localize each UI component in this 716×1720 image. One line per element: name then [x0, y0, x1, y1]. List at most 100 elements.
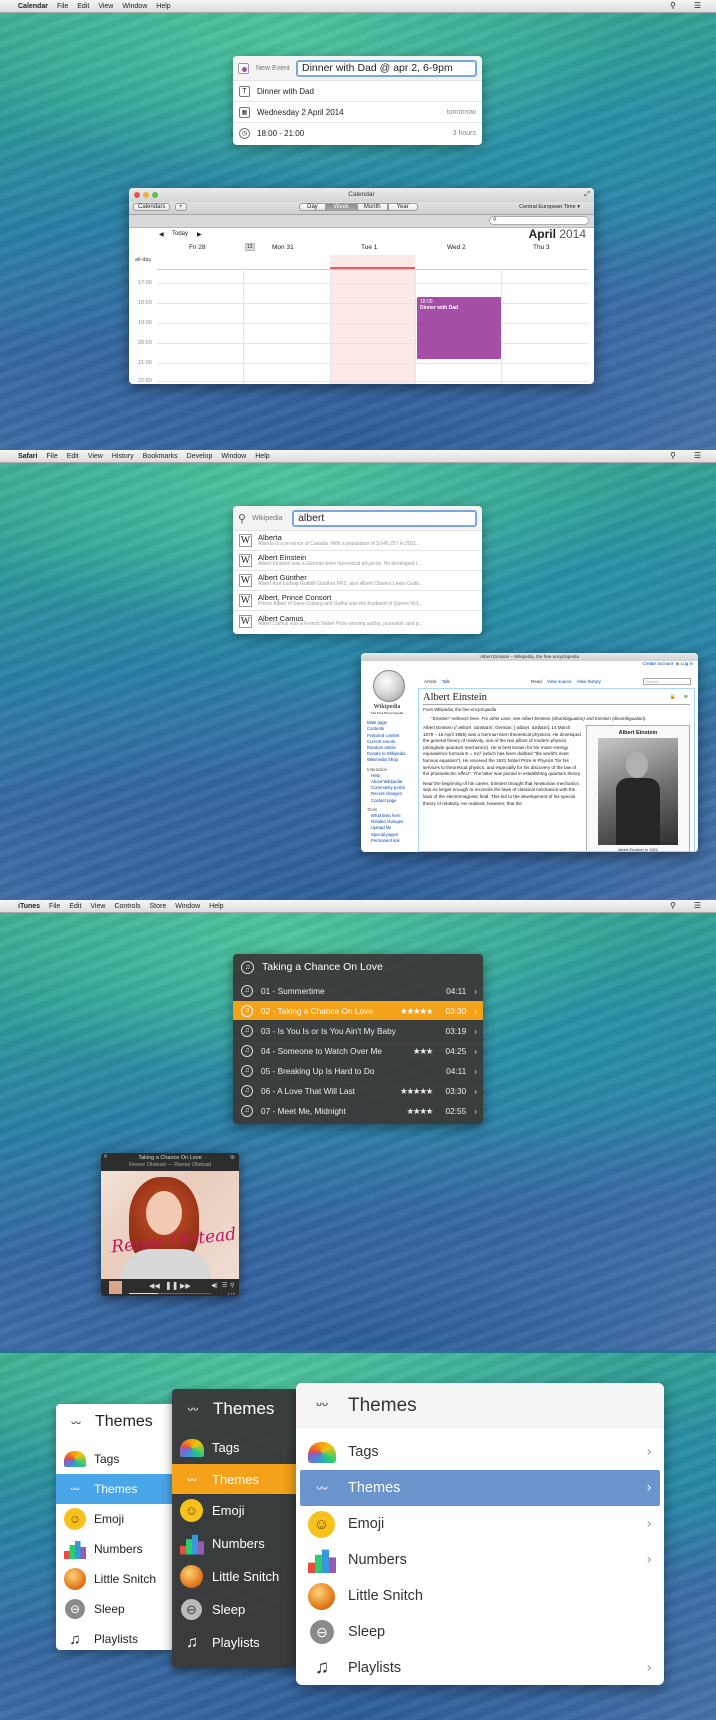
menu-item-playlists[interactable]: ♫ Playlists ›: [296, 1650, 664, 1686]
menu-item[interactable]: View: [98, 3, 113, 10]
menu-item-emoji[interactable]: ☺ Emoji ›: [296, 1506, 664, 1542]
menu-item[interactable]: Help: [255, 453, 269, 460]
menu-item[interactable]: View: [88, 453, 103, 460]
next-week-icon[interactable]: ▶: [197, 231, 202, 238]
menu-item-numbers[interactable]: Numbers ›: [296, 1542, 664, 1578]
timezone-select[interactable]: Central European Time ▾: [519, 204, 580, 210]
calendars-button[interactable]: Calendars: [133, 203, 171, 211]
progress-track[interactable]: [129, 1293, 211, 1294]
chevron-right-icon[interactable]: ›: [474, 1066, 477, 1076]
result-item[interactable]: W Albert Günther Albert Karl Ludwig Gotth…: [233, 570, 482, 590]
chevron-right-icon[interactable]: ›: [474, 1026, 477, 1036]
tab-view-history[interactable]: View history: [577, 679, 601, 684]
mini-artwork-thumb[interactable]: [109, 1281, 122, 1294]
notifications-icon[interactable]: ☰: [694, 1, 701, 10]
menu-item[interactable]: Controls: [114, 903, 140, 910]
menu-item-playlists[interactable]: ♫ Playlists: [172, 1626, 298, 1659]
menu-item-tags[interactable]: Tags: [172, 1431, 298, 1464]
menu-item-little-snitch[interactable]: Little Snitch: [296, 1578, 664, 1614]
event-title[interactable]: Dinner with Dad: [257, 87, 314, 96]
search-input[interactable]: albert: [292, 509, 477, 527]
event-date[interactable]: Wednesday 2 April 2014: [257, 108, 447, 117]
event-time[interactable]: 18:00 - 21:00: [257, 129, 453, 138]
menu-item-sleep[interactable]: ⊖ Sleep: [56, 1594, 174, 1624]
result-item[interactable]: W Albert Einstein Albert Einstein was a G…: [233, 550, 482, 570]
menu-app[interactable]: iTunes: [18, 903, 40, 910]
menu-item-little-snitch[interactable]: Little Snitch: [56, 1564, 174, 1594]
chevron-right-icon[interactable]: ›: [474, 1046, 477, 1056]
chevron-right-icon[interactable]: ›: [646, 1516, 652, 1532]
menu-item-sleep[interactable]: ⊖ Sleep: [296, 1614, 664, 1650]
view-year[interactable]: Year: [387, 203, 418, 211]
menu-item[interactable]: History: [112, 453, 134, 460]
menu-item[interactable]: Help: [209, 903, 223, 910]
result-item[interactable]: W Albert, Prince Consort Prince Albert of…: [233, 590, 482, 610]
menu-item[interactable]: View: [90, 903, 105, 910]
view-day[interactable]: Day: [299, 203, 326, 211]
menu-item-playlists[interactable]: ♫ Playlists: [56, 1624, 174, 1654]
menu-item[interactable]: Help: [156, 3, 170, 10]
menu-item[interactable]: Edit: [69, 903, 81, 910]
rewind-icon[interactable]: ◀◀: [149, 1282, 160, 1290]
nav-link[interactable]: Permanent link: [367, 838, 413, 844]
menu-item[interactable]: Edit: [67, 453, 79, 460]
spotlight-icon[interactable]: ⚲: [670, 451, 676, 460]
menu-item-themes[interactable]: ᵕᵕ Themes: [172, 1464, 298, 1494]
spotlight-icon[interactable]: ⚲: [670, 901, 676, 910]
view-week[interactable]: Week: [325, 203, 357, 211]
day-header[interactable]: Thu 3: [533, 244, 550, 251]
tab-article[interactable]: Article: [424, 679, 437, 684]
track-row[interactable]: ♫ 06 - A Love That Will Last ★★★★★ 03:30 ›: [233, 1080, 483, 1100]
menu-item[interactable]: File: [46, 453, 57, 460]
menu-item[interactable]: Window: [122, 3, 147, 10]
track-row-active[interactable]: ♫ 02 - Taking a Chance On Love ★★★★★ 03:30 ›: [233, 1000, 483, 1020]
menu-item-sleep[interactable]: ⊖ Sleep: [172, 1593, 298, 1626]
menu-item-emoji[interactable]: ☺ Emoji: [172, 1494, 298, 1527]
tab-read[interactable]: Read: [531, 679, 542, 684]
chevron-right-icon[interactable]: ›: [646, 1660, 652, 1676]
day-header[interactable]: Wed 2: [447, 244, 466, 251]
menu-item[interactable]: File: [49, 903, 60, 910]
chevron-right-icon[interactable]: ›: [646, 1444, 652, 1460]
menu-item[interactable]: File: [57, 3, 68, 10]
menu-item[interactable]: Bookmarks: [143, 453, 178, 460]
menu-app[interactable]: Safari: [18, 453, 37, 460]
menu-item[interactable]: Develop: [187, 453, 213, 460]
chevron-right-icon[interactable]: ›: [646, 1552, 652, 1568]
close-icon[interactable]: [134, 192, 140, 198]
chevron-right-icon[interactable]: ›: [474, 1086, 477, 1096]
list-icon[interactable]: ☰: [222, 1282, 227, 1289]
track-row[interactable]: ♫ 05 - Breaking Up Is Hard to Do 04:11 ›: [233, 1060, 483, 1080]
track-row[interactable]: ♫ 03 - Is You Is or Is You Ain't My Baby 0…: [233, 1020, 483, 1040]
login-link[interactable]: Log in: [681, 661, 693, 666]
menu-item[interactable]: Edit: [77, 3, 89, 10]
result-item[interactable]: W Albert Camus Albert Camus was a French …: [233, 610, 482, 631]
chevron-right-icon[interactable]: ›: [474, 1006, 477, 1016]
menu-item[interactable]: Store: [150, 903, 167, 910]
tab-view-source[interactable]: View source: [547, 679, 571, 684]
add-button[interactable]: +: [175, 203, 187, 211]
expand-icon[interactable]: ⊗: [230, 1155, 235, 1162]
close-icon[interactable]: ✕: [103, 1154, 108, 1161]
search-icon[interactable]: ⚲: [230, 1282, 234, 1289]
wiki-search-input[interactable]: Search: [643, 678, 691, 685]
menu-item-themes[interactable]: ᵕᵕ Themes ›: [300, 1470, 660, 1506]
notifications-icon[interactable]: ☰: [694, 901, 701, 910]
menu-item-emoji[interactable]: ☺ Emoji: [56, 1504, 174, 1534]
menu-item[interactable]: Window: [221, 453, 246, 460]
day-header[interactable]: Mon 31: [272, 244, 294, 251]
menu-item[interactable]: Window: [175, 903, 200, 910]
fullscreen-icon[interactable]: ⤢: [584, 188, 590, 202]
chevron-right-icon[interactable]: ›: [474, 986, 477, 996]
create-account-link[interactable]: Create account: [642, 661, 673, 666]
new-event-input[interactable]: Dinner with Dad @ apr 2, 6-9pm: [296, 59, 477, 77]
today-button[interactable]: Today: [172, 231, 188, 237]
menu-item-tags[interactable]: Tags: [56, 1444, 174, 1474]
volume-icon[interactable]: ◀): [211, 1282, 218, 1289]
prev-week-icon[interactable]: ◀: [159, 231, 164, 238]
track-row[interactable]: ♫ 04 - Someone to Watch Over Me ★★★ 04:25 ›: [233, 1040, 483, 1060]
result-item[interactable]: W Alberta Alberta is a province of Canada…: [233, 530, 482, 550]
pause-icon[interactable]: ❚❚: [165, 1281, 178, 1290]
notifications-icon[interactable]: ☰: [694, 451, 701, 460]
chevron-right-icon[interactable]: ›: [646, 1480, 652, 1496]
